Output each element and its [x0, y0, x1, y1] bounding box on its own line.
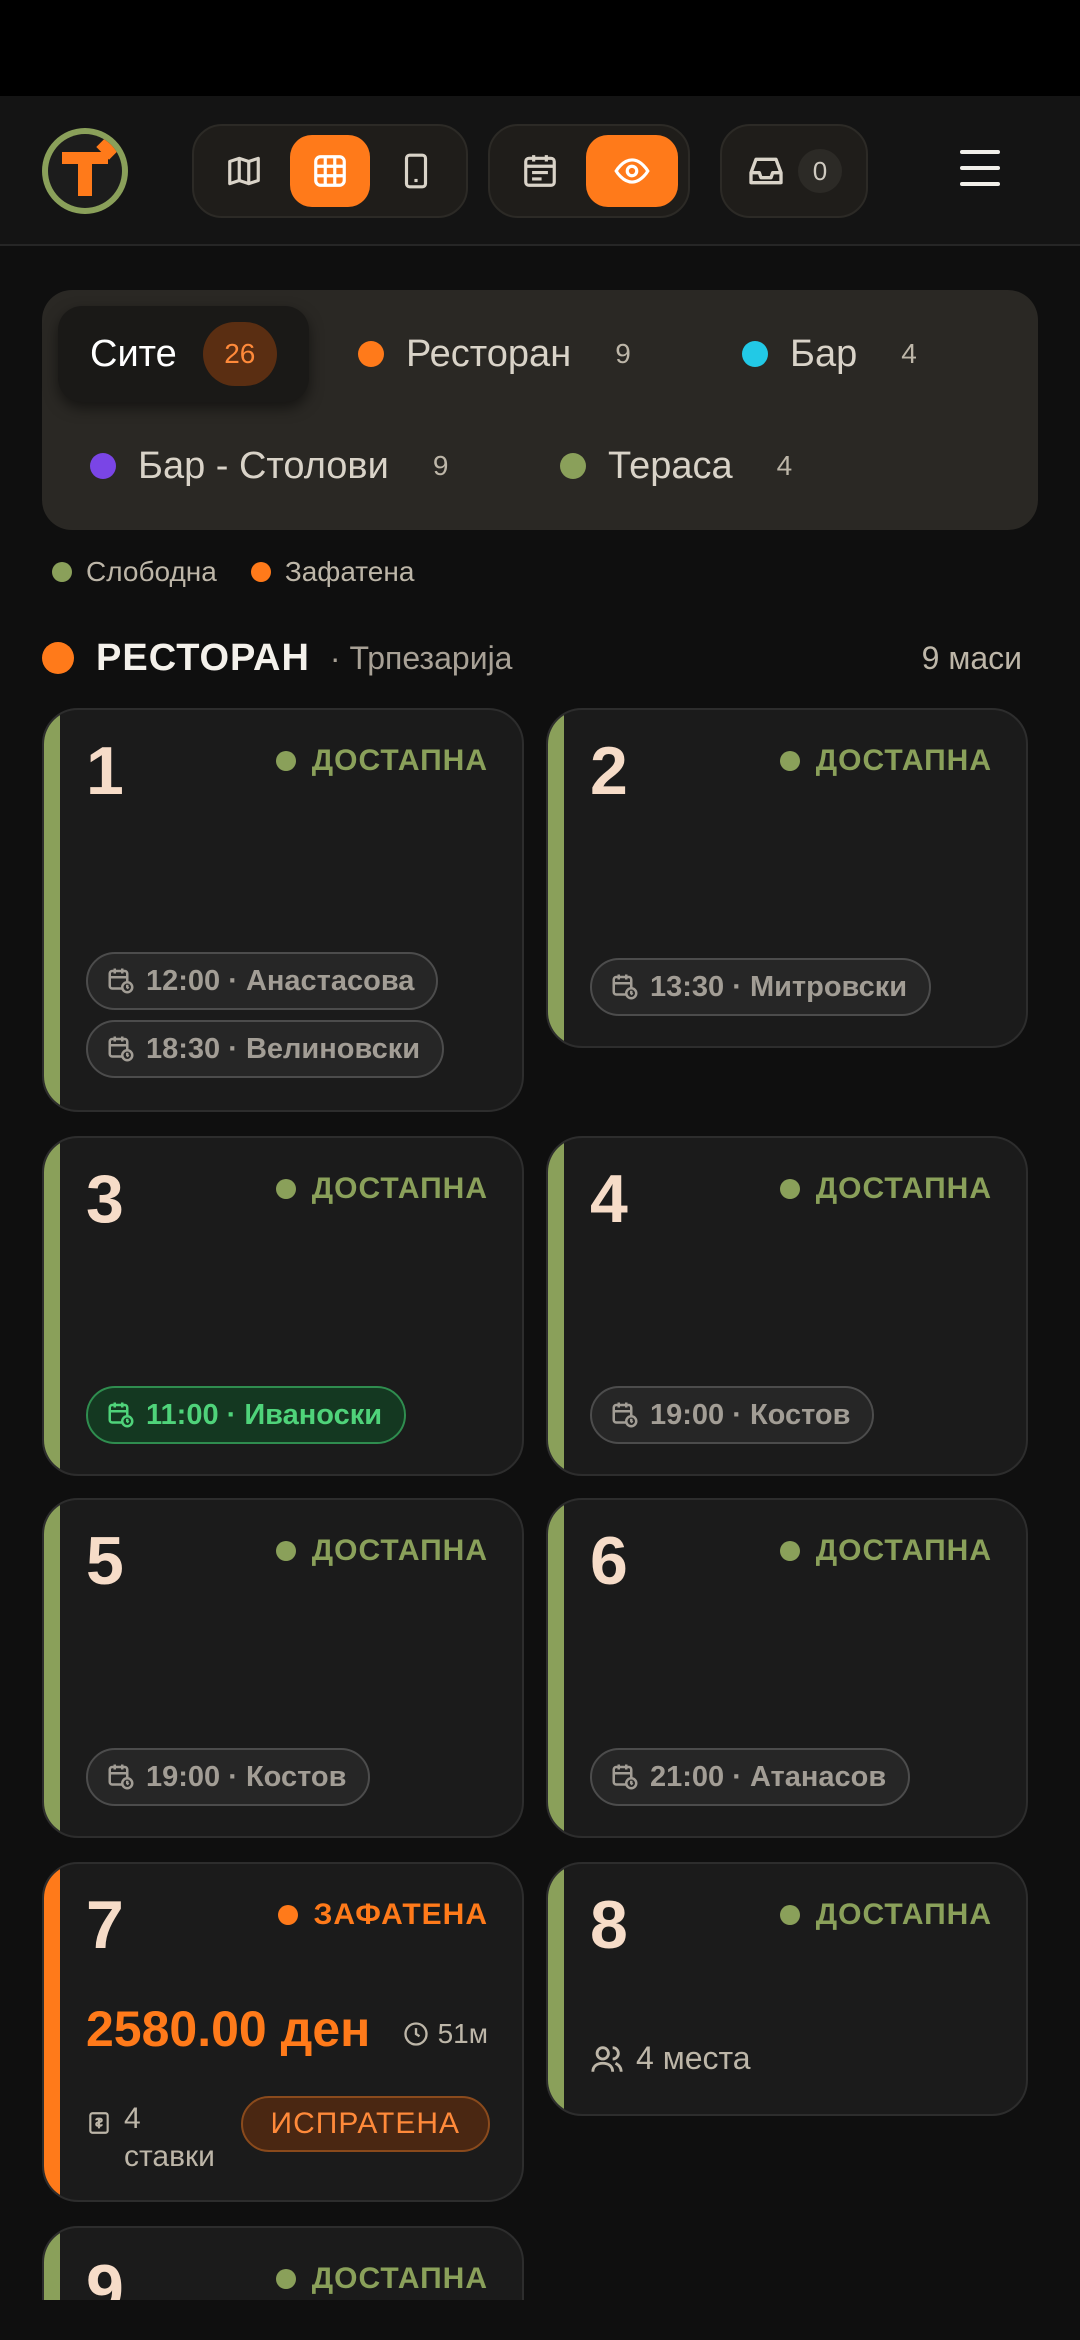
filter-count: 9 — [615, 338, 631, 369]
filter-bar-tables[interactable]: Бар - Столови 9 — [90, 418, 448, 514]
filter-count: 4 — [901, 338, 917, 369]
table-number: 8 — [590, 1887, 628, 1963]
calendar-clock-icon — [108, 1402, 134, 1428]
calendar-clock-icon — [108, 1764, 134, 1790]
order-duration: 51м — [402, 2018, 488, 2050]
restaurant-dot — [358, 341, 384, 367]
table-status: ДОСТАПНА — [779, 1172, 992, 1206]
reservation-chip[interactable]: 21:00 · Атанасов — [590, 1748, 911, 1806]
order-items: 4 ставки — [86, 2100, 215, 2176]
preview-button[interactable] — [586, 135, 678, 207]
phone-icon — [404, 153, 428, 189]
table-number: 6 — [590, 1523, 628, 1599]
filter-terrace[interactable]: Тераса 4 — [560, 418, 792, 514]
table-card-8[interactable]: 8 ДОСТАПНА 4 места — [546, 1862, 1028, 2116]
calendar-clock-icon — [612, 974, 638, 1000]
sent-badge: ИСПРАТЕНА — [240, 2096, 490, 2152]
table-status: ДОСТАПНА — [779, 744, 992, 778]
view-switcher — [192, 124, 468, 218]
calendar-clock-icon — [108, 1036, 134, 1062]
table-status: ДОСТАПНА — [275, 1534, 488, 1568]
filter-label: Бар - Столови — [138, 444, 389, 487]
filter-label: Сите — [90, 332, 177, 375]
bottom-edge — [0, 2300, 1080, 2340]
table-number: 7 — [86, 1887, 124, 1963]
table-status: ДОСТАПНА — [275, 744, 488, 778]
reservation-chip-active[interactable]: 11:00 · Иваноски — [86, 1386, 407, 1444]
order-amount: 2580.00 ден — [86, 2001, 371, 2057]
status-bar — [0, 0, 1080, 96]
mobile-view-button[interactable] — [376, 135, 456, 207]
top-toolbar: 0 — [0, 96, 1080, 246]
table-card-6[interactable]: 6 ДОСТАПНА 21:00 · Атанасов — [546, 1498, 1028, 1838]
filter-label: Тераса — [608, 444, 733, 487]
menu-button[interactable] — [960, 150, 1006, 190]
filter-count: 26 — [202, 322, 277, 386]
menu-icon — [960, 150, 1000, 154]
users-icon — [591, 2045, 623, 2072]
calendar-clock-icon — [612, 1764, 638, 1790]
terrace-dot — [560, 453, 586, 479]
calendar-icon — [524, 155, 556, 187]
table-number: 3 — [86, 1161, 124, 1237]
table-number: 5 — [86, 1523, 124, 1599]
logo-mark — [48, 134, 122, 208]
section-header: РЕСТОРАН · Трпезарија 9 маси — [42, 628, 1038, 688]
filter-all[interactable]: Сите 26 — [58, 306, 309, 402]
reservation-chip[interactable]: 19:00 · Костов — [86, 1748, 371, 1806]
section-title: РЕСТОРАН — [96, 636, 310, 679]
section-dot — [42, 642, 74, 674]
table-status: ДОСТАПНА — [779, 1534, 992, 1568]
table-seats: 4 места — [590, 2040, 751, 2077]
filter-label: Бар — [790, 332, 858, 375]
calendar-clock-icon — [612, 1402, 638, 1428]
table-number: 1 — [86, 733, 124, 809]
calendar-clock-icon — [108, 968, 134, 994]
table-card-5[interactable]: 5 ДОСТАПНА 19:00 · Костов — [42, 1498, 524, 1838]
filter-restaurant[interactable]: Ресторан 9 — [358, 306, 631, 402]
inbox-icon — [749, 157, 783, 185]
table-card-4[interactable]: 4 ДОСТАПНА 19:00 · Костов — [546, 1136, 1028, 1476]
filter-label: Ресторан — [406, 332, 572, 375]
filter-count: 9 — [432, 450, 449, 481]
filter-bar[interactable]: Бар 4 — [742, 306, 917, 402]
table-status: ДОСТАПНА — [275, 2262, 488, 2296]
table-card-7[interactable]: 7 ЗАФАТЕНА 2580.00 ден 51м 4 ставки ИСПРА… — [42, 1862, 524, 2202]
table-number: 4 — [590, 1161, 628, 1237]
eye-icon — [614, 158, 650, 184]
section-count: 9 маси — [921, 639, 1022, 676]
bar-tables-dot — [90, 453, 116, 479]
map-view-button[interactable] — [204, 135, 284, 207]
bar-dot — [742, 341, 768, 367]
grid-view-button[interactable] — [290, 135, 370, 207]
table-status: ДОСТАПНА — [275, 1172, 488, 1206]
calendar-button[interactable] — [500, 135, 580, 207]
table-status: ДОСТАПНА — [779, 1898, 992, 1932]
reservation-chip[interactable]: 12:00 · Анастасова — [86, 952, 439, 1010]
table-card-1[interactable]: 1 ДОСТАПНА 12:00 · Анастасова 18:30 · Ве… — [42, 708, 524, 1112]
legend-free: Слободна — [52, 556, 217, 588]
reservation-chip[interactable]: 13:30 · Митровски — [590, 958, 932, 1016]
status-legend: Слободна Зафатена — [52, 556, 448, 588]
map-icon — [228, 156, 260, 186]
app-logo[interactable] — [42, 128, 128, 214]
receipt-icon — [89, 2112, 109, 2134]
area-filter-panel: Сите 26 Ресторан 9 Бар 4 Бар - Столови 9… — [42, 290, 1038, 530]
table-status: ЗАФАТЕНА — [277, 1898, 488, 1932]
grid-icon — [314, 155, 346, 187]
reservation-chip[interactable]: 19:00 · Костов — [590, 1386, 875, 1444]
inbox-button[interactable]: 0 — [720, 124, 868, 218]
filter-count: 4 — [776, 450, 793, 481]
table-number: 2 — [590, 733, 628, 809]
section-subtitle: · Трпезарија — [329, 639, 513, 676]
table-card-2[interactable]: 2 ДОСТАПНА 13:30 · Митровски — [546, 708, 1028, 1048]
table-card-3[interactable]: 3 ДОСТАПНА 11:00 · Иваноски — [42, 1136, 524, 1476]
reservation-chip[interactable]: 18:30 · Велиновски — [86, 1020, 445, 1078]
clock-icon — [403, 2022, 428, 2046]
inbox-count: 0 — [798, 149, 842, 193]
mode-switcher — [488, 124, 690, 218]
legend-occupied: Зафатена — [250, 556, 414, 588]
